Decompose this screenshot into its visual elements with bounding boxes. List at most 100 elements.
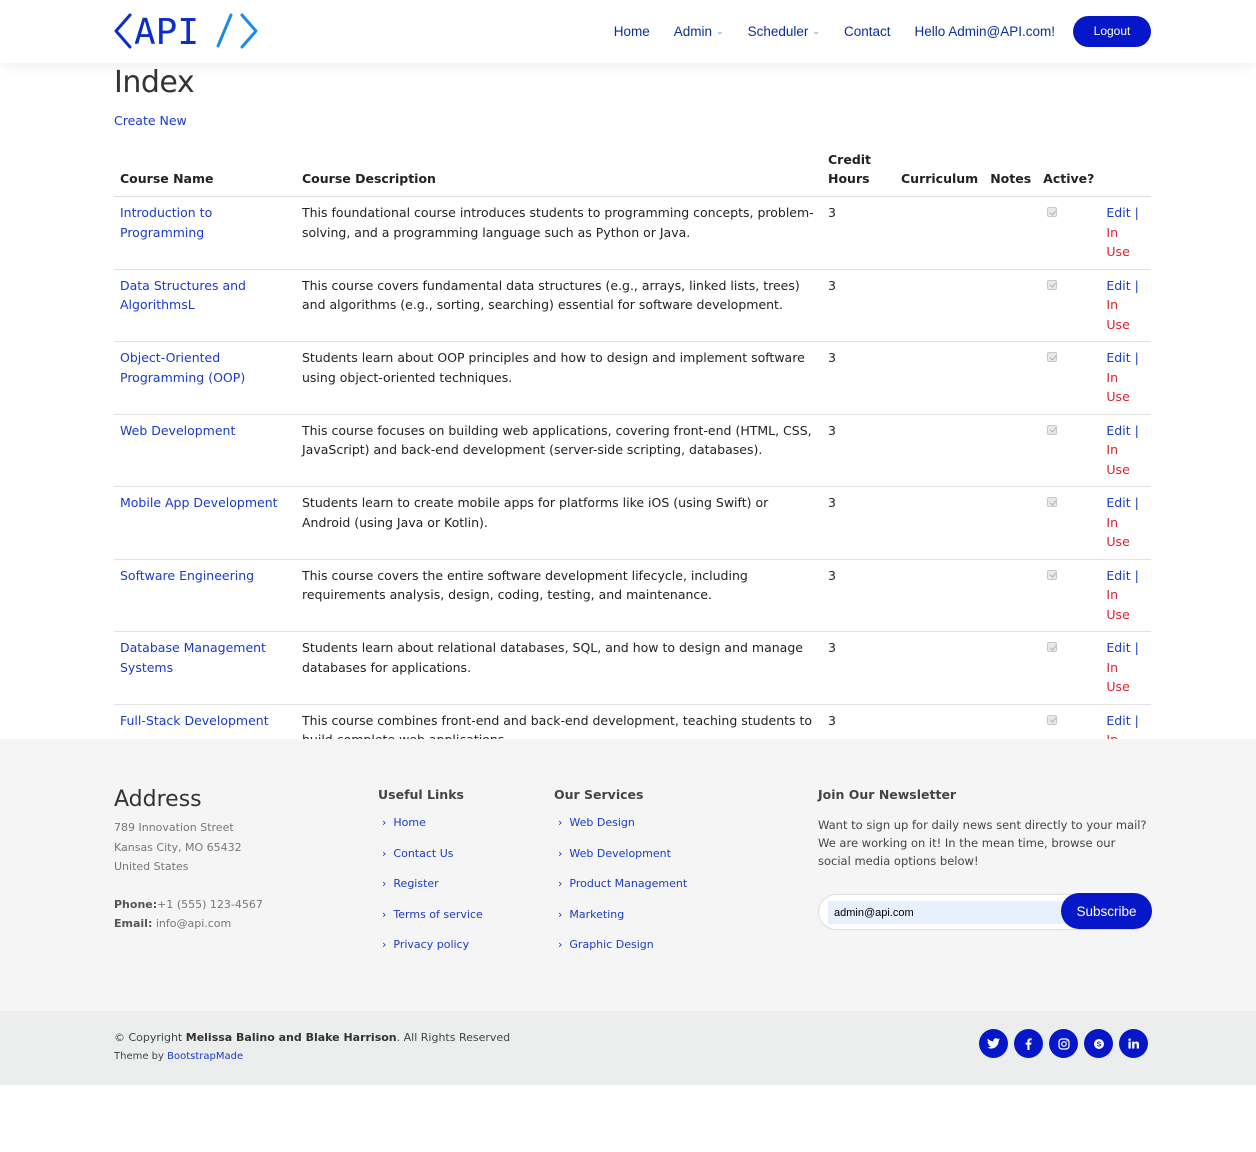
action-separator: |: [1134, 567, 1139, 583]
edit-link[interactable]: Edit: [1106, 350, 1130, 365]
address-country: United States: [114, 860, 189, 873]
course-name-link[interactable]: Mobile App Development: [120, 495, 278, 510]
address-street: 789 Innovation Street: [114, 821, 234, 834]
nav-admin-dropdown[interactable]: Admin ⌄: [674, 24, 724, 39]
nav-user-greeting[interactable]: Hello Admin@API.com!: [914, 24, 1055, 39]
useful-link-label: Terms of service: [393, 907, 483, 921]
twitter-icon[interactable]: [979, 1029, 1008, 1058]
in-use-link[interactable]: InUse: [1106, 225, 1129, 260]
service-link-item[interactable]: › Web Design: [554, 816, 687, 847]
useful-link-item[interactable]: › Register: [378, 877, 483, 908]
table-row: Software Engineering This course covers t…: [114, 559, 1151, 632]
in-use-link[interactable]: InUse: [1106, 660, 1129, 695]
linkedin-icon[interactable]: [1119, 1029, 1148, 1058]
course-name-cell: Database Management Systems: [114, 631, 296, 705]
nav-home[interactable]: Home: [614, 24, 650, 39]
action-separator: |: [1134, 640, 1139, 655]
services-list: › Web Design › Web Development › Product Mana…: [554, 816, 687, 969]
course-name-link[interactable]: Introduction to Programming: [120, 205, 212, 240]
actions-cell: Edit | InUse: [1100, 559, 1151, 632]
col-notes: Notes: [984, 150, 1038, 197]
course-description-cell: Students learn to create mobile apps for…: [296, 486, 822, 560]
newsletter-form: Subscribe: [818, 893, 1152, 930]
create-new-link[interactable]: Create New: [114, 113, 187, 128]
course-name-cell: Data Structures and AlgorithmsL: [114, 269, 296, 342]
in-use-link[interactable]: InUse: [1106, 587, 1129, 622]
edit-link[interactable]: Edit: [1106, 278, 1130, 293]
bootstrapmade-link[interactable]: BootstrapMade: [167, 1051, 243, 1062]
in-use-link[interactable]: InUse: [1106, 370, 1129, 405]
course-name-link[interactable]: Data Structures and AlgorithmsL: [120, 278, 246, 313]
in-use-link[interactable]: InUse: [1106, 442, 1129, 477]
edit-link[interactable]: Edit: [1106, 423, 1130, 438]
action-separator: |: [1134, 277, 1139, 293]
edit-link[interactable]: Edit: [1106, 568, 1130, 583]
active-checkbox: [1047, 569, 1058, 580]
chevron-right-icon: ›: [382, 938, 387, 951]
course-name-link[interactable]: Web Development: [120, 423, 235, 438]
svg-text:S: S: [1096, 1041, 1101, 1048]
address-city: Kansas City, MO 65432: [114, 840, 242, 854]
active-cell: [1037, 269, 1101, 342]
edit-link[interactable]: Edit: [1106, 640, 1130, 655]
action-separator: |: [1134, 350, 1139, 365]
service-link-label: Marketing: [569, 907, 625, 921]
newsletter-text: Want to sign up for daily news sent dire…: [818, 818, 1147, 868]
actions-cell: Edit | InUse: [1100, 486, 1151, 560]
table-row: Object-Oriented Programming (OOP) Student…: [114, 341, 1151, 415]
course-name-link[interactable]: Software Engineering: [120, 568, 254, 583]
course-name-link[interactable]: Object-Oriented Programming (OOP): [120, 350, 245, 385]
service-link-item[interactable]: › Web Development: [554, 847, 687, 878]
active-cell: [1037, 486, 1101, 560]
active-checkbox: [1047, 714, 1058, 725]
course-description-cell: This foundational course introduces stud…: [296, 196, 822, 270]
logo-icon: API: [114, 12, 258, 52]
course-name-cell: Mobile App Development: [114, 486, 296, 560]
site-header: API Home Admin ⌄ Scheduler ⌄ Contact Hello…: [0, 0, 1256, 63]
site-logo[interactable]: API: [114, 10, 260, 52]
nav-contact[interactable]: Contact: [844, 24, 891, 39]
edit-link[interactable]: Edit: [1106, 495, 1130, 510]
edit-link[interactable]: Edit: [1106, 713, 1130, 728]
logout-button[interactable]: Logout: [1073, 15, 1151, 47]
course-name-cell: Object-Oriented Programming (OOP): [114, 341, 296, 415]
footer-bottom: © Copyright Melissa Balino and Blake Har…: [0, 1011, 1256, 1085]
notes-cell: [984, 196, 1038, 270]
facebook-icon[interactable]: [1014, 1029, 1043, 1058]
actions-cell: Edit | InUse: [1100, 196, 1151, 270]
newsletter-title: Join Our Newsletter: [818, 787, 957, 802]
useful-link-item[interactable]: › Privacy policy: [378, 938, 483, 969]
chevron-down-icon: ⌄: [812, 25, 820, 36]
subscribe-button[interactable]: Subscribe: [1061, 893, 1152, 929]
service-link-label: Web Development: [569, 846, 671, 860]
credit-hours-cell: 3: [822, 341, 895, 415]
useful-link-item[interactable]: › Terms of service: [378, 908, 483, 939]
curriculum-cell: [895, 414, 985, 487]
course-name-link[interactable]: Database Management Systems: [120, 640, 266, 675]
in-use-link[interactable]: InUse: [1106, 515, 1129, 550]
main-nav: Home Admin ⌄ Scheduler ⌄ Contact Hello Adm…: [590, 15, 1151, 47]
newsletter-email-input[interactable]: [828, 901, 1066, 924]
chevron-right-icon: ›: [558, 877, 563, 890]
service-link-item[interactable]: › Product Management: [554, 877, 687, 908]
curriculum-cell: [895, 341, 985, 415]
course-description-cell: Students learn about relational database…: [296, 631, 822, 705]
instagram-icon[interactable]: [1049, 1029, 1078, 1058]
useful-link-item[interactable]: › Contact Us: [378, 847, 483, 878]
actions-cell: Edit | InUse: [1100, 269, 1151, 342]
credit-hours-cell: 3: [822, 269, 895, 342]
course-description-cell: This course covers the entire software d…: [296, 559, 822, 632]
credit-hours-cell: 3: [822, 559, 895, 632]
service-link-item[interactable]: › Graphic Design: [554, 938, 687, 969]
service-link-item[interactable]: › Marketing: [554, 908, 687, 939]
social-links: S: [973, 1029, 1148, 1058]
nav-scheduler-dropdown[interactable]: Scheduler ⌄: [748, 24, 820, 39]
in-use-link[interactable]: InUse: [1106, 297, 1129, 332]
edit-link[interactable]: Edit: [1106, 205, 1130, 220]
service-link-label: Graphic Design: [569, 938, 654, 951]
skype-icon[interactable]: S: [1084, 1029, 1113, 1058]
col-credit-hours-line1: Credit: [828, 152, 872, 167]
course-name-link[interactable]: Full-Stack Development: [120, 713, 269, 728]
useful-link-item[interactable]: › Home: [378, 816, 483, 847]
col-credit-hours: Credit Hours: [822, 150, 895, 197]
